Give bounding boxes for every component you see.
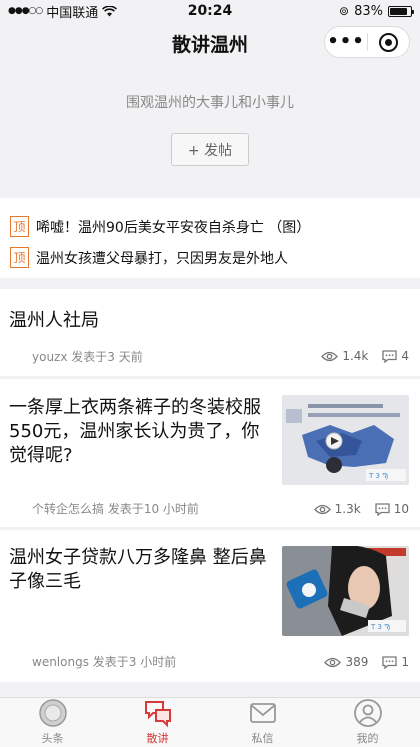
- wifi-icon: [102, 5, 118, 16]
- tab-bar: 头条 散讲 私信 我的: [0, 697, 420, 747]
- post-button[interactable]: + 发帖: [171, 133, 249, 166]
- carrier-label: 中国联通: [46, 5, 99, 21]
- video-thumbnail-image: T 3 Ϡ: [282, 395, 409, 485]
- comment-icon: [375, 502, 390, 516]
- post-card[interactable]: 温州人社局 youzx 发表于3 天前 1.4k 4: [0, 289, 420, 376]
- comment-icon: [382, 655, 398, 669]
- post-stats: 1.4k 4: [311, 349, 409, 363]
- nav-bar: 散讲温州 •••: [0, 22, 420, 62]
- post-meta: youzx 发表于3 天前: [32, 350, 143, 364]
- comment-icon: [382, 349, 398, 363]
- slogan: 围观温州的大事儿和小事儿: [126, 95, 294, 111]
- svg-text:T 3 Ϡ: T 3 Ϡ: [370, 623, 390, 631]
- tab-messages[interactable]: 私信: [210, 698, 315, 747]
- tab-label: 散讲: [146, 732, 169, 745]
- comment-count: 1: [401, 655, 409, 669]
- battery-percent: 83%: [354, 3, 383, 19]
- forum-header: 围观温州的大事儿和小事儿 + 发帖: [0, 62, 420, 188]
- view-count: 1.3k: [334, 502, 361, 516]
- eye-icon: [313, 504, 331, 514]
- post-thumbnail[interactable]: T 3 Ϡ: [282, 395, 409, 485]
- pinned-list: 顶 唏嘘！温州90后美女平安夜自杀身亡 （图） 顶 温州女孩遭父母暴打，只因男友…: [0, 198, 420, 278]
- signal-icon: ●●●○○: [8, 6, 43, 16]
- more-button[interactable]: •••: [325, 27, 367, 57]
- mail-icon: [249, 703, 276, 723]
- tab-label: 私信: [251, 732, 274, 745]
- pinned-item[interactable]: 顶 唏嘘！温州90后美女平安夜自杀身亡 （图）: [0, 211, 420, 242]
- post-title: 温州人社局: [9, 310, 99, 331]
- tab-me[interactable]: 我的: [315, 698, 420, 747]
- pin-badge: 顶: [10, 247, 29, 268]
- post-card[interactable]: 一条厚上衣两条裤子的冬装校服550元，温州家长认为贵了，你觉得呢? T 3 Ϡ …: [0, 379, 420, 527]
- view-count: 389: [345, 655, 369, 669]
- post-meta: 个转企怎么搞 发表于10 小时前: [32, 502, 199, 516]
- post-thumbnail[interactable]: T 3 Ϡ: [282, 546, 409, 636]
- headlines-icon: [38, 699, 67, 727]
- svg-text:T 3 Ϡ: T 3 Ϡ: [368, 472, 388, 480]
- view-count: 1.4k: [342, 349, 369, 363]
- eye-icon: [321, 351, 339, 361]
- tab-chat[interactable]: 散讲: [105, 698, 210, 747]
- battery-icon: [388, 5, 414, 17]
- status-time: 20:24: [187, 3, 233, 19]
- pinned-item-title: 温州女孩遭父母暴打，只因男友是外地人: [36, 250, 288, 267]
- news-photo-image: T 3 Ϡ: [282, 546, 409, 636]
- mini-program-capsule: •••: [324, 26, 410, 58]
- eye-icon: [324, 657, 342, 667]
- tab-headlines[interactable]: 头条: [0, 698, 105, 747]
- post-title: 温州女子贷款八万多隆鼻 整后鼻子像三毛: [9, 547, 267, 592]
- comment-count: 4: [401, 349, 409, 363]
- post-title: 一条厚上衣两条裤子的冬装校服550元，温州家长认为贵了，你觉得呢?: [9, 397, 261, 466]
- pin-badge: 顶: [10, 216, 29, 237]
- post-stats: 389 1: [314, 655, 409, 669]
- post-card[interactable]: 温州女子贷款八万多隆鼻 整后鼻子像三毛 T 3 Ϡ wenlongs 发表于3 …: [0, 530, 420, 682]
- status-bar: ●●●○○ 中国联通 20:24 ⊚ 83%: [0, 0, 420, 22]
- target-icon: [378, 32, 398, 52]
- user-icon: [353, 699, 382, 727]
- pinned-item-title: 唏嘘！温州90后美女平安夜自杀身亡 （图）: [36, 219, 311, 236]
- tab-label: 我的: [356, 732, 379, 745]
- close-button[interactable]: [368, 32, 409, 52]
- pinned-item[interactable]: 顶 温州女孩遭父母暴打，只因男友是外地人: [0, 242, 420, 273]
- tab-label: 头条: [41, 732, 64, 745]
- post-stats: 1.3k 10: [304, 502, 409, 516]
- comment-count: 10: [393, 502, 409, 516]
- orientation-lock-icon: ⊚: [339, 4, 350, 18]
- post-meta: wenlongs 发表于3 小时前: [32, 655, 177, 669]
- chat-icon: [144, 701, 171, 728]
